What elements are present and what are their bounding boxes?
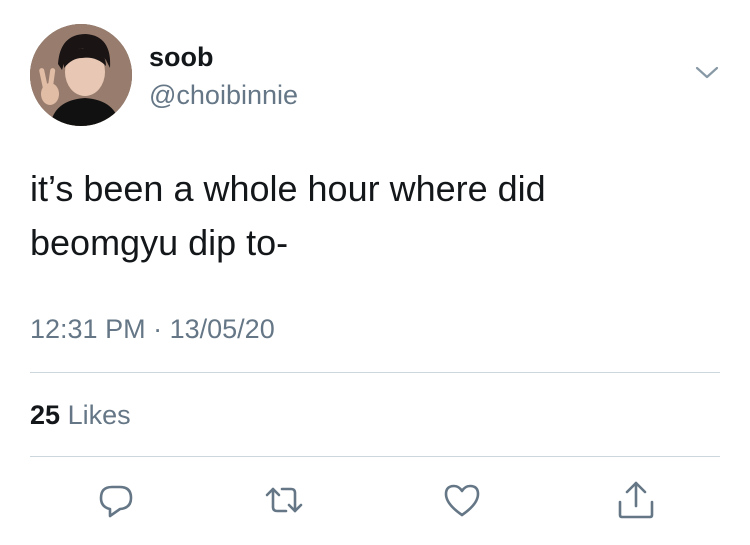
reply-button[interactable]	[94, 478, 138, 522]
tweet-date: 13/05/20	[169, 314, 275, 344]
avatar-photo	[30, 24, 132, 126]
divider	[30, 456, 720, 457]
share-icon	[618, 481, 654, 519]
heart-icon	[444, 484, 480, 517]
likes-count: 25	[30, 400, 61, 430]
retweet-button[interactable]	[262, 478, 306, 522]
likes-stat[interactable]: 25 Likes	[30, 398, 131, 432]
tweet-text-line: beomgyu dip to-	[30, 222, 289, 263]
chevron-down-icon[interactable]	[694, 64, 720, 82]
divider	[30, 372, 720, 373]
retweet-icon	[265, 487, 303, 513]
timestamp-separator: ·	[153, 314, 163, 344]
user-handle[interactable]: @choibinnie	[149, 78, 298, 112]
tweet-text: it’s been a whole hour where did beomgyu…	[30, 162, 710, 270]
share-button[interactable]	[614, 478, 658, 522]
reply-icon	[99, 485, 133, 518]
like-button[interactable]	[440, 478, 484, 522]
likes-label: Likes	[67, 400, 131, 430]
avatar[interactable]	[30, 24, 132, 126]
tweet-time: 12:31 PM	[30, 314, 146, 344]
tweet-text-line: it’s been a whole hour where did	[30, 168, 546, 209]
tweet-timestamp[interactable]: 12:31 PM · 13/05/20	[30, 312, 275, 346]
display-name[interactable]: soob	[149, 40, 214, 74]
